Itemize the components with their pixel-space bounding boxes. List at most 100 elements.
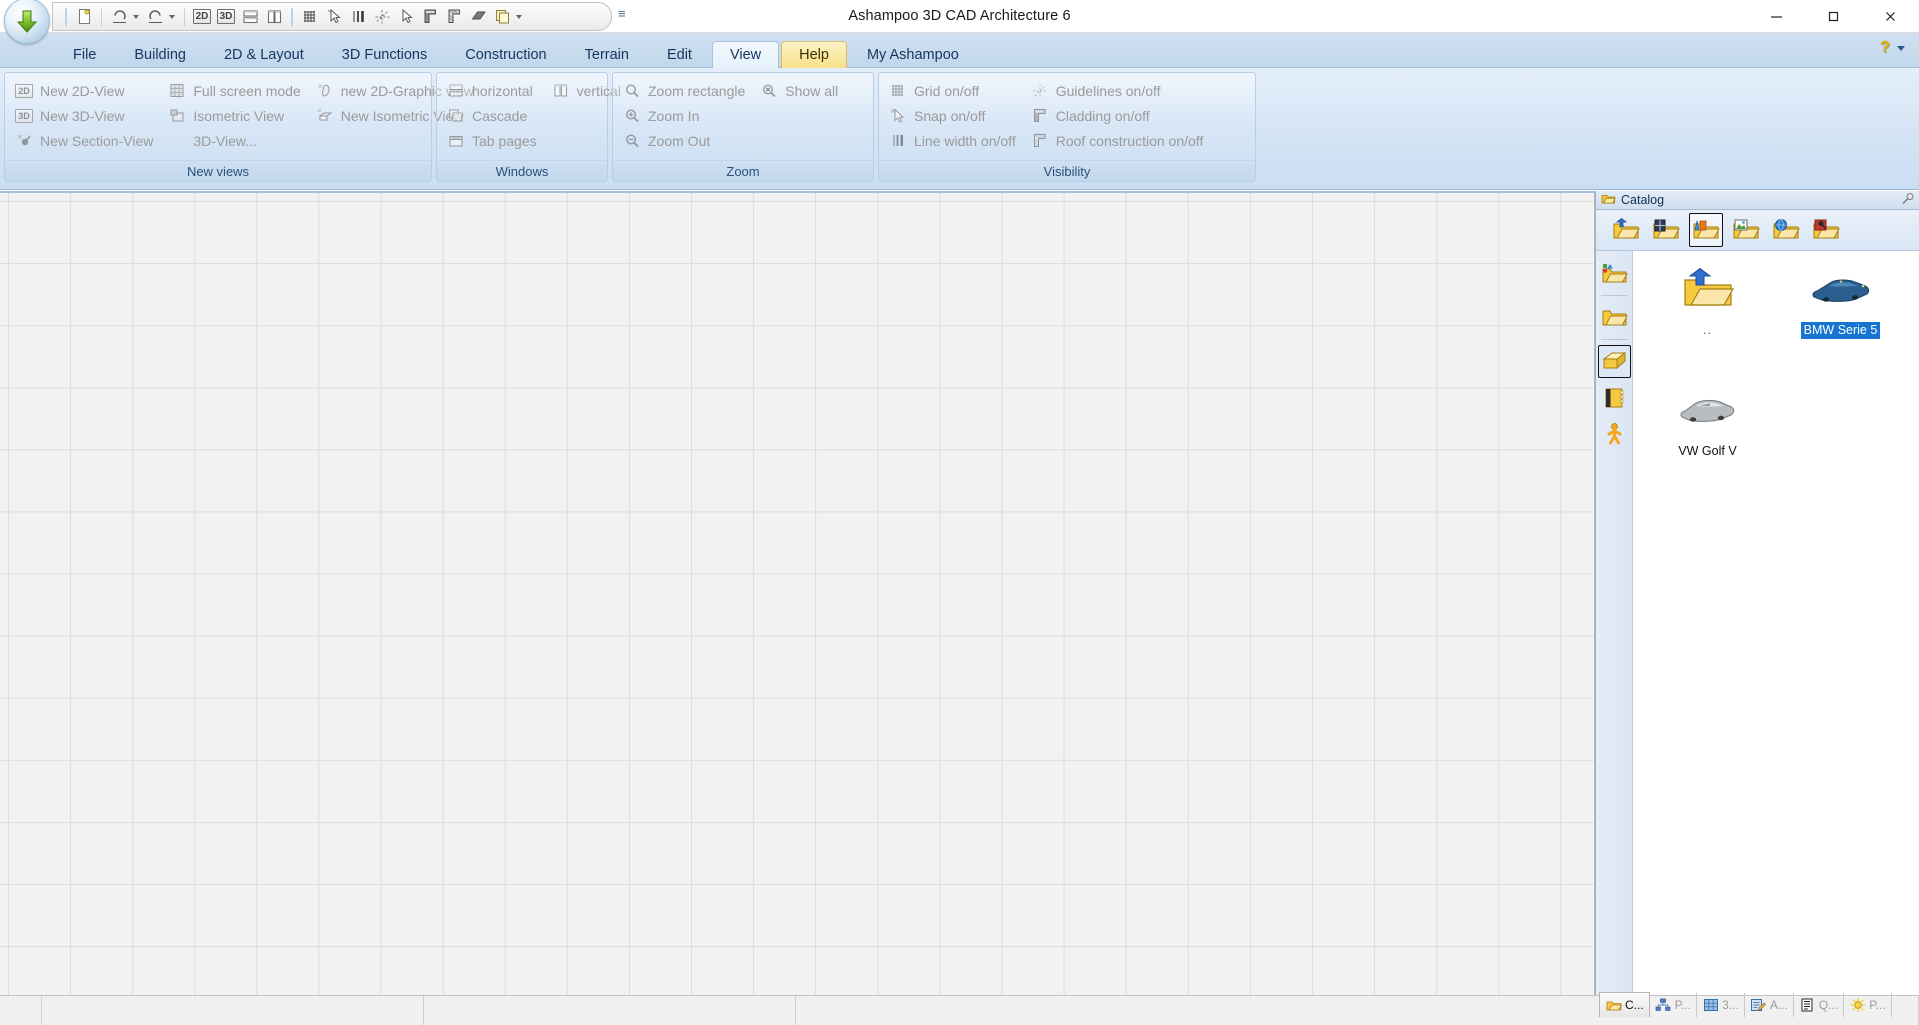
tab-construction[interactable]: Construction [447, 41, 564, 68]
catalog-item-list[interactable]: .. BMW Serie 5 VW Golf V [1633, 251, 1919, 1025]
catalog-icon [1605, 997, 1622, 1014]
view-2d-button[interactable]: 2D [191, 6, 213, 28]
panel-tab-project[interactable]: P... [1650, 993, 1698, 1017]
close-button[interactable] [1862, 0, 1919, 33]
ribbon-column: horizontal Cascade Tab pages [441, 78, 546, 160]
catalog-side-open-book[interactable] [1597, 345, 1631, 378]
application-menu-button[interactable] [4, 0, 50, 44]
tab-2d-layout[interactable]: 2D & Layout [206, 41, 322, 68]
car-blue-icon [1808, 264, 1874, 316]
ribbon-item-cladding-on-off[interactable]: Cladding on/off [1025, 103, 1213, 128]
ribbon-item-horizontal[interactable]: horizontal [441, 78, 546, 103]
notebook-icon [1605, 388, 1623, 407]
guidelines-button[interactable] [371, 6, 393, 28]
ribbon-item-label: Snap on/off [914, 107, 986, 124]
catalog-side-person[interactable] [1598, 417, 1631, 450]
tab-building[interactable]: Building [116, 41, 204, 68]
grid-blue-icon [1702, 997, 1719, 1014]
ribbon-item-3d-view-dialog[interactable]: 3D-View... [162, 128, 309, 153]
catalog-side-folder[interactable] [1598, 301, 1631, 334]
ribbon-item-full-screen-mode[interactable]: Full screen mode [162, 78, 309, 103]
ribbon-item-zoom-rectangle[interactable]: Zoom rectangle [617, 78, 754, 103]
undo-button[interactable] [108, 6, 130, 28]
tile-vertical-icon [267, 10, 281, 24]
ribbon-item-new-2d-view[interactable]: 2D New 2D-View [9, 78, 162, 103]
tab-edit[interactable]: Edit [649, 41, 710, 68]
tab-file[interactable]: File [55, 41, 114, 68]
ribbon-item-cascade[interactable]: Cascade [441, 103, 546, 128]
ribbon-item-snap-on-off[interactable]: Snap on/off [883, 103, 1025, 128]
car-silver-icon [1675, 385, 1741, 437]
tile-vertical-button[interactable] [263, 6, 285, 28]
minimize-button[interactable] [1748, 0, 1805, 33]
qat-overflow-button[interactable]: ≡ [618, 6, 626, 21]
ribbon-item-new-3d-view[interactable]: 3D New 3D-View [9, 103, 162, 128]
ribbon-item-guidelines-on-off[interactable]: Guidelines on/off [1025, 78, 1213, 103]
chevron-down-icon[interactable] [1897, 45, 1905, 51]
cladding-icon [1030, 107, 1050, 125]
new-document-button[interactable] [73, 6, 95, 28]
panel-tab-strip: C... P... 3... A... Q... P... [1595, 992, 1919, 1017]
snap-toggle-button[interactable] [323, 6, 345, 28]
line-width-button[interactable] [347, 6, 369, 28]
ribbon-item-label: Cascade [472, 107, 528, 124]
ribbon-item-show-all[interactable]: Show all [754, 78, 847, 103]
zoom-rectangle-icon [622, 82, 642, 100]
view-3d-button[interactable]: 3D [215, 6, 237, 28]
ribbon-item-roof-construction-on-off[interactable]: Roof construction on/off [1025, 128, 1213, 153]
tab-help[interactable]: Help [781, 41, 847, 68]
drawing-canvas[interactable] [0, 191, 1595, 1025]
redo-button[interactable] [144, 6, 166, 28]
tile-horizontal-button[interactable] [239, 6, 261, 28]
panel-tab-quantities[interactable]: Q... [1794, 993, 1845, 1017]
catalog-folder-windows[interactable] [1649, 213, 1683, 247]
ribbon-item-line-width-on-off[interactable]: Line width on/off [883, 128, 1025, 153]
undo-dropdown-button[interactable] [133, 14, 139, 19]
ribbon-item-zoom-in[interactable]: Zoom In [617, 103, 754, 128]
ribbon-item-tab-pages[interactable]: Tab pages [441, 128, 546, 153]
roof-construction-button[interactable] [443, 6, 465, 28]
ribbon-item-new-section-view[interactable]: New Section-View [9, 128, 162, 153]
ribbon-item-grid-on-off[interactable]: Grid on/off [883, 78, 1025, 103]
catalog-item-parent-folder[interactable]: .. [1661, 260, 1754, 347]
maximize-button[interactable] [1805, 0, 1862, 33]
panel-tab-attributes[interactable]: A... [1745, 993, 1794, 1017]
tab-view[interactable]: View [711, 41, 780, 68]
copy-button[interactable] [491, 6, 513, 28]
panel-tab-catalog[interactable]: C... [1599, 992, 1650, 1017]
catalog-side-notebook[interactable] [1598, 381, 1631, 414]
redo-dropdown-button[interactable] [169, 14, 175, 19]
panel-tab-label: Q... [1818, 998, 1839, 1012]
tab-3d-functions[interactable]: 3D Functions [324, 41, 445, 68]
slab-button[interactable] [467, 6, 489, 28]
catalog-folder-search[interactable] [1809, 213, 1843, 247]
panel-tab-properties[interactable]: P... [1844, 993, 1892, 1017]
qat-dropdown-button[interactable] [516, 14, 522, 19]
cladding-button[interactable] [419, 6, 441, 28]
panel-tab-3d[interactable]: 3... [1697, 993, 1745, 1017]
select-pointer-button[interactable] [395, 6, 417, 28]
undo-icon [112, 10, 126, 23]
catalog-side-shapes[interactable] [1598, 257, 1631, 290]
snap-cursor-icon [327, 8, 341, 24]
ribbon-item-zoom-out[interactable]: Zoom Out [617, 128, 754, 153]
catalog-category-toolbar [1596, 210, 1919, 251]
question-mark-icon[interactable]: ? [1880, 40, 1890, 56]
catalog-folder-up[interactable] [1609, 213, 1643, 247]
catalog-item-bmw-serie-5[interactable]: BMW Serie 5 [1794, 260, 1887, 347]
catalog-folder-textures[interactable] [1729, 213, 1763, 247]
pin-icon[interactable] [1901, 192, 1915, 208]
tab-my-ashampoo[interactable]: My Ashampoo [849, 41, 977, 68]
ribbon-item-isometric-view[interactable]: Isometric View [162, 103, 309, 128]
catalog-item-vw-golf-v[interactable]: VW Golf V [1661, 381, 1754, 468]
ribbon-item-label: New 3D-View [40, 107, 125, 124]
catalog-item-caption: VW Golf V [1678, 444, 1737, 458]
divider [1600, 295, 1628, 296]
catalog-folder-objects[interactable] [1689, 213, 1723, 247]
catalog-folder-world[interactable] [1769, 213, 1803, 247]
tab-terrain[interactable]: Terrain [567, 41, 647, 68]
hierarchy-icon [1655, 997, 1672, 1014]
ribbon-item-label: horizontal [472, 82, 533, 99]
tile-horizontal-icon [242, 10, 258, 24]
grid-toggle-button[interactable] [299, 6, 321, 28]
